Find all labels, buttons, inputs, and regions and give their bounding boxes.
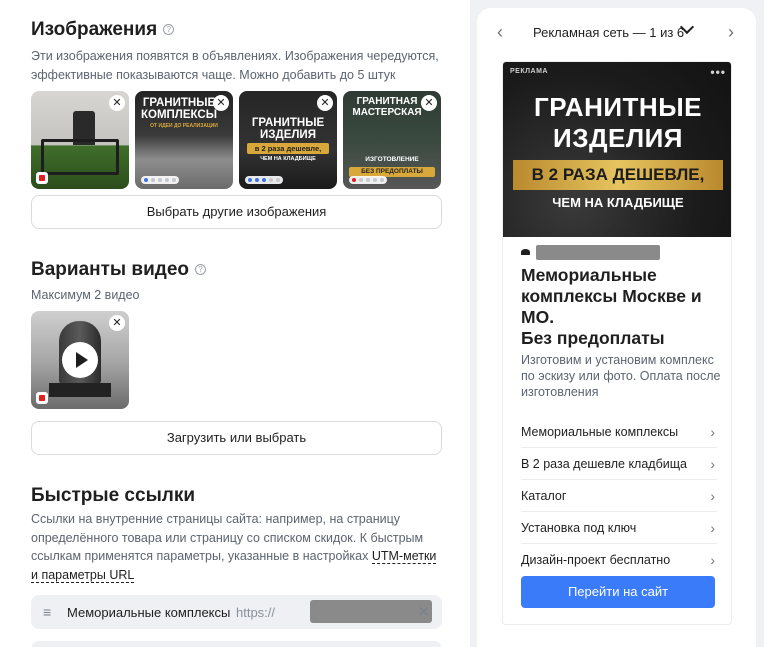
- upload-video-button[interactable]: Загрузить или выбрать: [31, 421, 442, 455]
- ad-image-headline: ГРАНИТНЫЕ ИЗДЕЛИЯ: [534, 92, 702, 153]
- ad-settings-panel: Изображения? Эти изображения появятся в …: [0, 0, 470, 647]
- carousel-dots: [141, 176, 179, 184]
- image-thumbnails: ✕ ГРАНИТНЫЕ КОМПЛЕКСЫ ОТ ИДЕИ ДО РЕАЛИЗА…: [31, 91, 441, 189]
- ad-image-gold-strip: В 2 РАЗА ДЕШЕВЛЕ,: [513, 160, 723, 190]
- ad-text: Изготовим и установим комплекс по эскизу…: [521, 353, 721, 399]
- chevron-right-icon: ›: [710, 456, 715, 472]
- ad-image[interactable]: РЕКЛАМА ••• ГРАНИТНЫЕ ИЗДЕЛИЯ В 2 РАЗА Д…: [503, 62, 731, 237]
- image-thumb[interactable]: ГРАНИТНЫЕ КОМПЛЕКСЫ ОТ ИДЕИ ДО РЕАЛИЗАЦИ…: [135, 91, 233, 189]
- quicklink-url-prefix: https://: [236, 605, 276, 620]
- images-description: Эти изображения появятся в объявлениях. …: [31, 49, 439, 82]
- image-thumb[interactable]: ✕: [31, 91, 129, 189]
- preview-quicklink[interactable]: Каталог ›: [521, 480, 717, 512]
- placement-selector[interactable]: Рекламная сеть — 1 из 6: [533, 25, 684, 40]
- remove-icon[interactable]: ✕: [109, 95, 125, 111]
- remove-icon[interactable]: ✕: [213, 95, 229, 111]
- video-thumb[interactable]: ✕: [31, 311, 129, 409]
- image-thumb[interactable]: ГРАНИТНАЯ МАСТЕРСКАЯ ИЗГОТОВЛЕНИЕ БЕЗ ПР…: [343, 91, 441, 189]
- quicklink-row[interactable]: [31, 641, 442, 647]
- chevron-right-icon: ›: [710, 552, 715, 568]
- chevron-right-icon: ›: [710, 488, 715, 504]
- remove-icon[interactable]: ✕: [421, 95, 437, 111]
- preview-quicklink[interactable]: В 2 раза дешевле кладбища ›: [521, 448, 717, 480]
- image-thumb[interactable]: ГРАНИТНЫЕ ИЗДЕЛИЯ в 2 раза дешевле, ЧЕМ …: [239, 91, 337, 189]
- chevron-right-icon: ›: [710, 520, 715, 536]
- quicklink-row[interactable]: ≡ Мемориальные комплексы https:// ✕: [31, 595, 442, 629]
- ad-preview-panel: ‹ Рекламная сеть — 1 из 6 › РЕКЛАМА ••• …: [477, 8, 756, 647]
- thumb-subcaption: ОТ ИДЕИ ДО РЕАЛИЗАЦИИ: [150, 123, 218, 129]
- ad-image-subline: ЧЕМ НА КЛАДБИЩЕ: [552, 195, 684, 210]
- ad-title[interactable]: Мемориальные комплексы Москве и МО. Без …: [521, 265, 721, 349]
- format-badge-icon: [36, 172, 48, 184]
- drag-handle-icon[interactable]: ≡: [43, 604, 53, 620]
- ad-preview: РЕКЛАМА ••• ГРАНИТНЫЕ ИЗДЕЛИЯ В 2 РАЗА Д…: [502, 61, 732, 625]
- preview-quicklink[interactable]: Дизайн-проект бесплатно ›: [521, 544, 717, 576]
- thumb-caption: ГРАНИТНЫЕ ИЗДЕЛИЯ: [251, 117, 325, 142]
- help-icon[interactable]: ?: [163, 24, 175, 35]
- thumb-subcaption: ЧЕМ НА КЛАДБИЩЕ: [260, 156, 316, 162]
- ad-badge: РЕКЛАМА: [510, 68, 548, 75]
- carousel-dots: [245, 176, 283, 184]
- monument-base-image: [49, 383, 111, 397]
- video-section-title: Варианты видео?: [31, 259, 207, 281]
- redacted-domain: [536, 245, 660, 260]
- format-badge-icon: [36, 392, 48, 404]
- redacted-url: [310, 600, 432, 623]
- fence-image: [41, 139, 119, 175]
- video-description: Максимум 2 видео: [31, 288, 140, 302]
- preview-quicklink[interactable]: Мемориальные комплексы ›: [521, 416, 717, 448]
- remove-icon[interactable]: ✕: [417, 603, 430, 621]
- remove-icon[interactable]: ✕: [317, 95, 333, 111]
- chevron-right-icon: ›: [710, 424, 715, 440]
- preview-quicklink[interactable]: Установка под ключ ›: [521, 512, 717, 544]
- remove-icon[interactable]: ✕: [109, 315, 125, 331]
- favicon-icon: [521, 249, 530, 255]
- choose-images-button[interactable]: Выбрать другие изображения: [31, 195, 442, 229]
- play-icon[interactable]: [62, 342, 98, 378]
- go-to-site-button[interactable]: Перейти на сайт: [521, 576, 715, 608]
- carousel-dots: [349, 176, 387, 184]
- quicklink-label: Мемориальные комплексы: [67, 605, 231, 620]
- quicklinks-section-title: Быстрые ссылки: [31, 485, 196, 506]
- thumb-strip: в 2 раза дешевле,: [247, 143, 329, 154]
- prev-arrow-icon[interactable]: ‹: [497, 22, 503, 43]
- next-arrow-icon[interactable]: ›: [728, 22, 734, 43]
- quicklinks-description: Ссылки на внутренние страницы сайта: нап…: [31, 512, 437, 583]
- preview-nav: ‹ Рекламная сеть — 1 из 6 ›: [477, 19, 756, 46]
- help-icon[interactable]: ?: [195, 264, 207, 275]
- thumb-subcaption: ИЗГОТОВЛЕНИЕ: [365, 156, 419, 163]
- images-section-title: Изображения?: [31, 19, 175, 41]
- more-icon[interactable]: •••: [710, 65, 726, 79]
